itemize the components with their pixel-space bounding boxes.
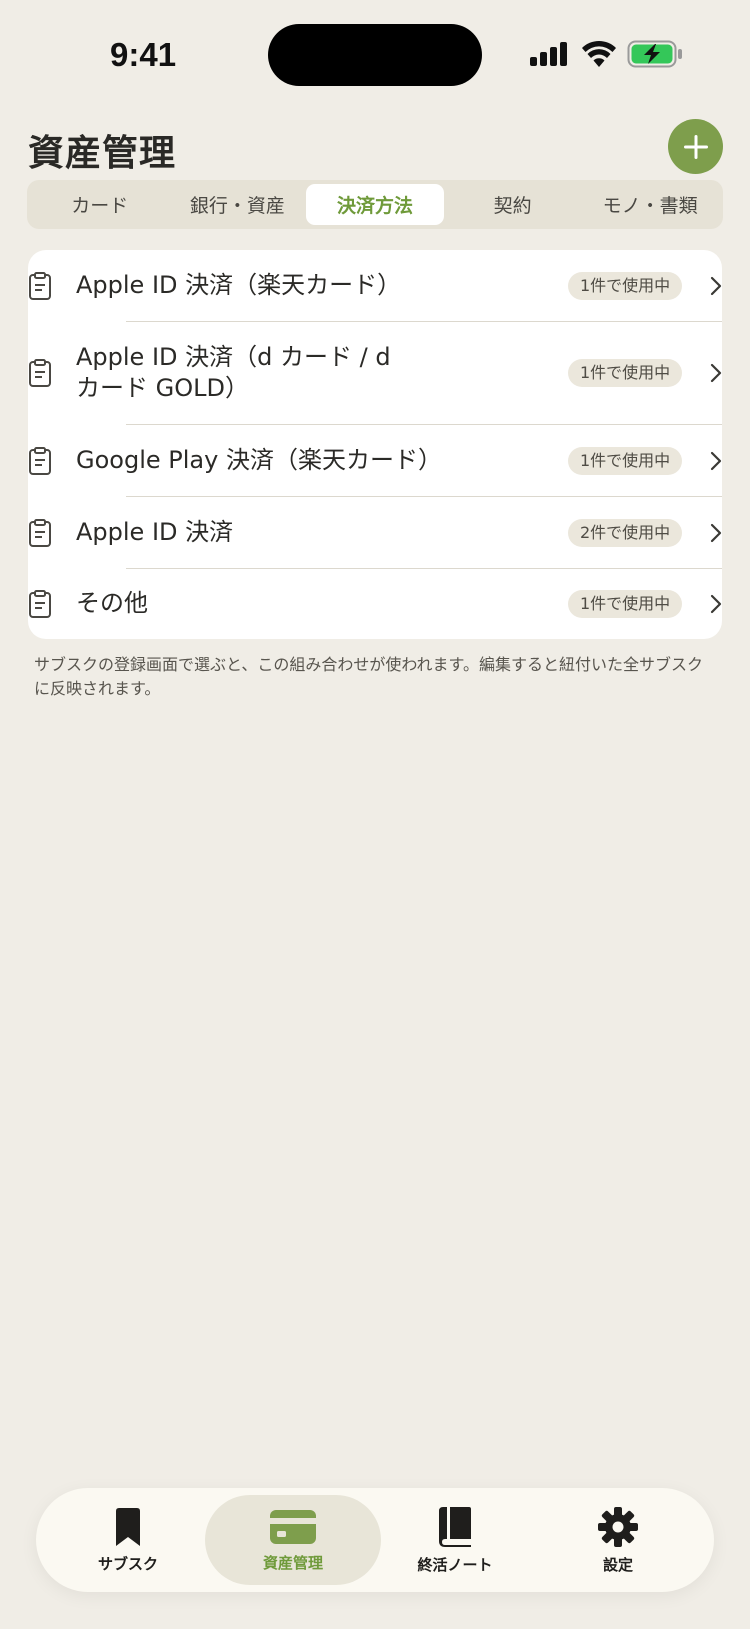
tab-payment-methods[interactable]: 決済方法 (306, 184, 444, 225)
page-title: 資産管理 (28, 133, 177, 174)
nav-item-subscriptions[interactable]: サブスク (40, 1495, 216, 1585)
payment-method-list: Apple ID 決済（楽天カード） 1件で使用中 Apple ID 決済（d … (28, 250, 722, 639)
list-item[interactable]: Apple ID 決済 2件で使用中 (28, 497, 722, 569)
tab-banks-assets[interactable]: 銀行・資産 (169, 184, 307, 225)
payment-method-name: Apple ID 決済（d カード / d カード GOLD） (76, 343, 391, 402)
nav-item-end-of-life-notes[interactable]: 終活ノート (367, 1495, 543, 1585)
battery-charging-icon (627, 40, 682, 68)
chevron-right-icon (710, 594, 722, 614)
plus-icon (683, 134, 708, 159)
usage-badge: 2件で使用中 (568, 519, 683, 547)
chevron-right-icon (710, 523, 722, 543)
usage-badge: 1件で使用中 (568, 590, 683, 618)
category-tabs: カード 銀行・資産 決済方法 契約 モノ・書類 (27, 180, 723, 229)
nav-label: 設定 (602, 1555, 633, 1574)
payment-method-name: Apple ID 決済 (76, 518, 234, 546)
tab-label: 契約 (493, 195, 532, 217)
usage-badge: 1件で使用中 (568, 359, 683, 387)
payment-method-name: Apple ID 決済（楽天カード） (76, 271, 402, 299)
dynamic-island (268, 24, 482, 86)
nav-label: サブスク (97, 1554, 158, 1573)
status-bar: 9:41 (0, 0, 750, 110)
nav-label: 資産管理 (262, 1553, 323, 1572)
clipboard-icon (29, 447, 51, 475)
nav-item-asset-management[interactable]: 資産管理 (205, 1495, 381, 1585)
add-button[interactable] (668, 119, 723, 174)
chevron-right-icon (710, 451, 722, 471)
credit-card-icon (270, 1509, 316, 1544)
list-item[interactable]: その他 1件で使用中 (28, 569, 722, 639)
tab-cards[interactable]: カード (31, 184, 169, 225)
clipboard-icon (29, 519, 51, 547)
payment-method-name: その他 (76, 589, 148, 617)
list-item[interactable]: Apple ID 決済（楽天カード） 1件で使用中 (28, 250, 722, 322)
clipboard-icon (29, 359, 51, 387)
list-item[interactable]: Google Play 決済（楽天カード） 1件で使用中 (28, 425, 722, 497)
chevron-right-icon (710, 276, 722, 296)
nav-item-settings[interactable]: 設定 (530, 1495, 706, 1585)
nav-label: 終活ノート (417, 1555, 493, 1574)
tab-label: 銀行・資産 (189, 195, 285, 217)
cellular-signal-icon (530, 42, 567, 66)
payment-method-name: Google Play 決済（楽天カード） (76, 446, 442, 474)
usage-badge: 1件で使用中 (568, 272, 683, 300)
footnote: サブスクの登録画面で選ぶと、この組み合わせが使われます。編集すると紐付いた全サブ… (34, 655, 703, 698)
bottom-navigation: サブスク 資産管理 終活ノート 設定 (36, 1488, 714, 1592)
chevron-right-icon (710, 363, 722, 383)
book-icon (439, 1506, 471, 1547)
usage-badge: 1件で使用中 (568, 447, 683, 475)
tab-contracts[interactable]: 契約 (444, 184, 582, 225)
clipboard-icon (29, 590, 51, 618)
tab-label: モノ・書類 (602, 195, 698, 217)
tab-label: 決済方法 (336, 195, 413, 217)
clipboard-icon (29, 272, 51, 300)
gear-icon (598, 1506, 638, 1547)
wifi-icon (582, 40, 616, 67)
status-time: 9:41 (110, 36, 177, 73)
list-item[interactable]: Apple ID 決済（d カード / d カード GOLD） 1件で使用中 (28, 322, 722, 425)
bookmark-icon (116, 1507, 140, 1546)
tab-items-documents[interactable]: モノ・書類 (581, 184, 719, 225)
tab-label: カード (71, 195, 129, 217)
